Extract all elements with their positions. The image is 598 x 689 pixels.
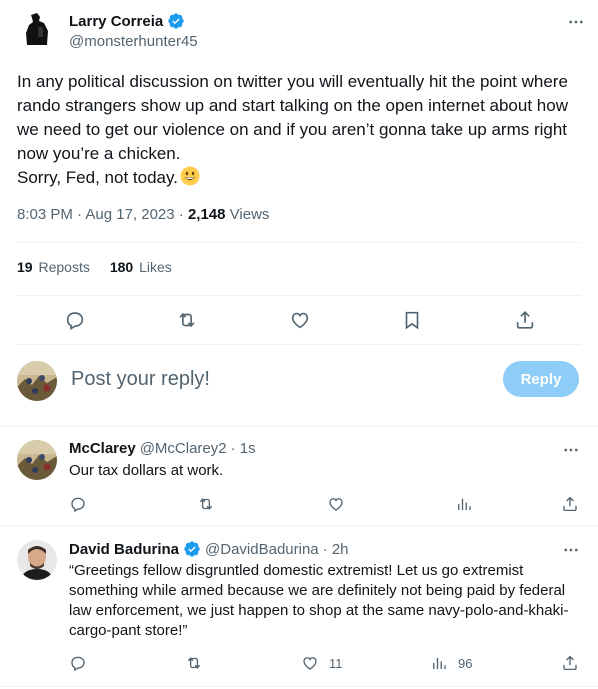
reply-actions (69, 494, 581, 516)
tweet-text: In any political discussion on twitter y… (17, 70, 579, 190)
repost-icon[interactable] (197, 494, 215, 514)
reply-icon[interactable] (69, 653, 87, 673)
grinning-face-emoji-icon (180, 166, 200, 186)
like-icon[interactable]: 11 (301, 653, 343, 673)
views-count: 96 (458, 655, 473, 671)
reply-icon[interactable] (63, 308, 87, 332)
avatar[interactable] (17, 440, 57, 480)
divider (17, 295, 581, 296)
reply-header: David Badurina @DavidBadurina · 2h (69, 540, 349, 558)
tweet-header: Larry Correia @monsterhunter45 (17, 9, 587, 57)
views-icon[interactable]: 96 (430, 653, 472, 673)
bookmark-icon[interactable] (400, 308, 424, 332)
like-icon[interactable] (327, 494, 345, 514)
repost-icon[interactable] (175, 308, 199, 332)
avatar[interactable] (17, 9, 57, 49)
reply-time[interactable]: · 1s (231, 440, 256, 457)
reply-author-name[interactable]: David Badurina (69, 541, 179, 558)
like-count: 11 (329, 655, 343, 671)
views-count: 2,148 (187, 206, 226, 223)
reply-author-name[interactable]: McClarey (69, 440, 136, 457)
reply-author-handle[interactable]: @DavidBadurina (205, 541, 319, 558)
reposts-stat[interactable]: 19 Reposts (17, 259, 90, 275)
share-icon[interactable] (561, 494, 579, 514)
divider (17, 344, 581, 345)
tweet-actions (17, 302, 581, 338)
reply-button[interactable]: Reply (503, 361, 579, 397)
reply-actions: 11 96 (69, 653, 581, 675)
reply-tweet[interactable]: McClarey @McClarey2 · 1s Our tax dollars… (17, 440, 581, 516)
author-handle[interactable]: @monsterhunter45 (69, 33, 198, 50)
reply-input[interactable]: Post your reply! (71, 368, 210, 391)
reposts-label: Reposts (38, 259, 90, 275)
avatar[interactable] (17, 540, 57, 580)
more-options-icon[interactable] (565, 11, 587, 33)
views-icon[interactable] (455, 494, 473, 514)
tweet-stats: 19 Reposts 180 Likes (17, 259, 172, 275)
more-options-icon[interactable] (561, 440, 581, 460)
divider (0, 686, 598, 687)
reply-time[interactable]: · 2h (323, 541, 349, 558)
author-name-label[interactable]: Larry Correia (69, 13, 163, 30)
reply-text: “Greetings fellow disgruntled domestic e… (69, 562, 569, 639)
author-name[interactable]: Larry Correia (69, 12, 185, 30)
reposts-count: 19 (17, 259, 33, 275)
share-icon[interactable] (561, 653, 579, 673)
share-icon[interactable] (513, 308, 537, 332)
reply-author-handle[interactable]: @McClarey2 (140, 440, 227, 457)
tweet-text-line-2-label: Sorry, Fed, not today. (17, 168, 178, 187)
likes-count: 180 (109, 259, 134, 275)
reply-header: McClarey @McClarey2 · 1s (69, 440, 256, 457)
repost-icon[interactable] (185, 653, 203, 673)
divider (0, 525, 598, 526)
divider (17, 242, 581, 243)
likes-label: Likes (139, 259, 172, 275)
tweet-text-line-1: In any political discussion on twitter y… (17, 72, 568, 163)
reply-icon[interactable] (69, 494, 87, 514)
reply-tweet[interactable]: David Badurina @DavidBadurina · 2h “Gree… (17, 540, 581, 680)
reply-text: Our tax dollars at work. (69, 462, 224, 479)
tweet-timestamp: 8:03 PM · Aug 17, 2023 · 2,148 Views (17, 206, 269, 223)
more-options-icon[interactable] (561, 540, 581, 560)
reply-composer: Post your reply! Reply (17, 360, 581, 402)
tweet-text-line-2: Sorry, Fed, not today. (17, 166, 579, 190)
avatar (17, 361, 57, 401)
divider (0, 426, 598, 427)
like-icon[interactable] (288, 308, 312, 332)
likes-stat[interactable]: 180 Likes (110, 259, 172, 275)
timestamp[interactable]: 8:03 PM · Aug 17, 2023 · (17, 206, 188, 223)
verified-badge-icon (184, 541, 200, 557)
views-label: Views (225, 206, 270, 223)
verified-badge-icon (168, 13, 184, 29)
